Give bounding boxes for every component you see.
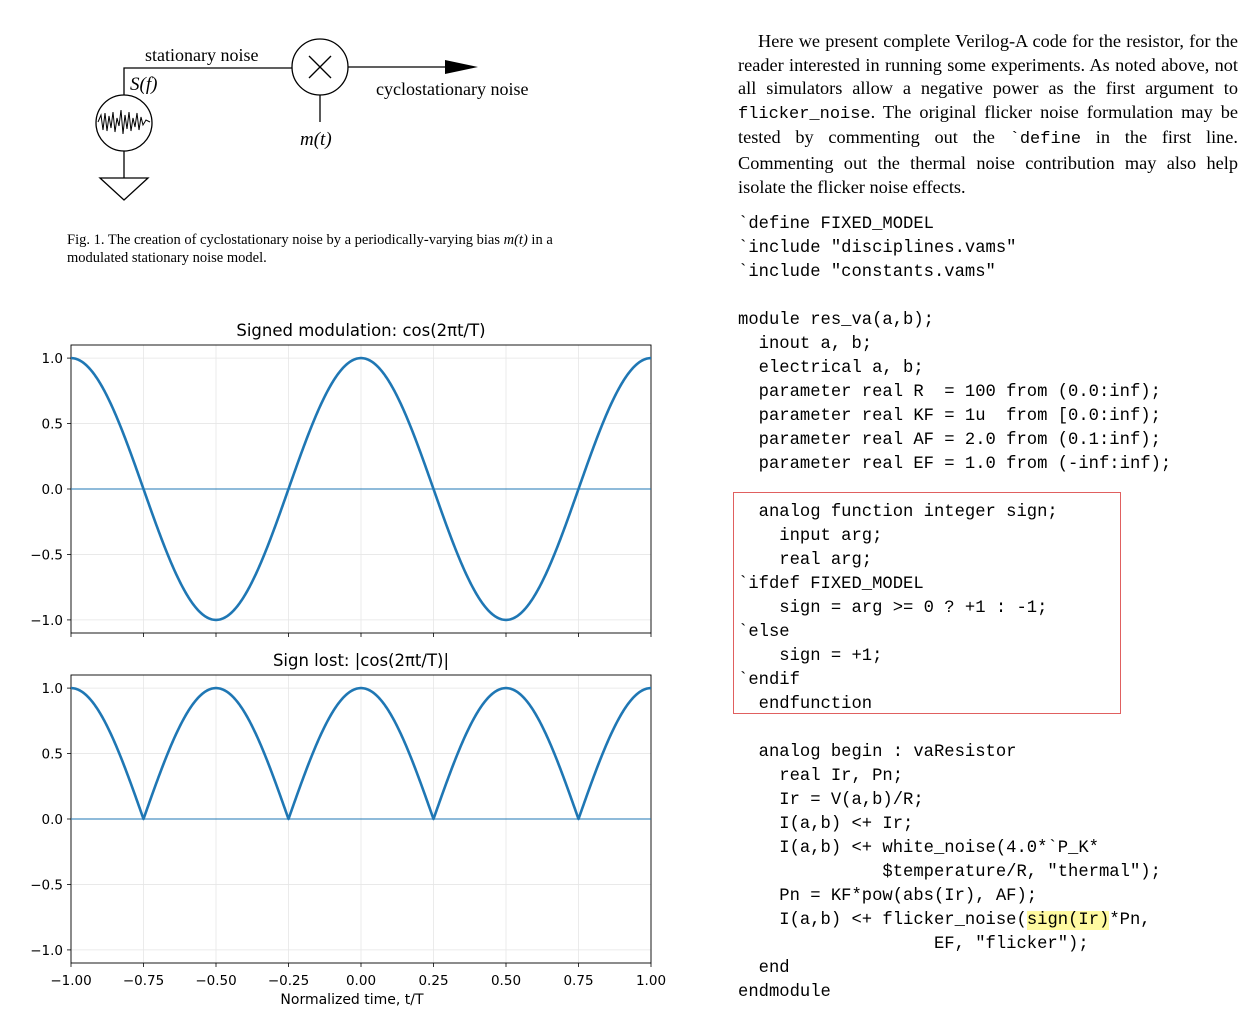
caption-math: m(t): [503, 232, 528, 248]
code-line: EF, "flicker");: [738, 935, 1089, 954]
code-line: module res_va(a,b);: [738, 311, 934, 330]
sign-lost-plot: Sign lost: |cos(2πt/T)| 1.0 0.5 0.0 −0.5 −1.0…: [30, 651, 666, 1008]
y-tick-label: 0.5: [42, 417, 63, 433]
code-line: I(a,b) <+ Ir;: [738, 815, 914, 834]
sign-highlight: sign(Ir): [1026, 911, 1110, 930]
y-tick-label: 0.5: [42, 747, 63, 763]
code-line: parameter real KF = 1u from [0.0:inf);: [738, 407, 1161, 426]
code-line: endmodule: [738, 983, 831, 1002]
code-line: real Ir, Pn;: [738, 767, 904, 786]
para-code-flicker: flicker_noise: [738, 104, 871, 124]
noise-model-diagram: stationary noise S(f) cyclostationary no…: [95, 38, 528, 201]
cyclostationary-noise-label: cyclostationary noise: [376, 79, 528, 99]
y-tick-label: 1.0: [42, 351, 63, 367]
code-line: `include "disciplines.vams": [738, 239, 1017, 258]
chart-title: Signed modulation: cos(2πt/T): [236, 321, 485, 340]
para-code-define: `define: [1009, 130, 1082, 150]
x-tick-label: 0.00: [346, 973, 376, 989]
code-line-part: I(a,b) <+ flicker_noise(: [738, 911, 1027, 930]
x-tick-label: 0.50: [491, 973, 521, 989]
y-tick-label: −0.5: [30, 877, 63, 893]
code-line-part: *Pn,: [1109, 911, 1151, 930]
y-tick-label: 1.0: [42, 681, 63, 697]
chart-title: Sign lost: |cos(2πt/T)|: [273, 651, 449, 670]
y-tick-label: 0.0: [42, 482, 63, 498]
x-tick-label: −0.25: [268, 973, 309, 989]
modulation-plots: Signed modulation: cos(2πt/T) 1.0 0.5 0.0 −0…: [30, 321, 666, 1008]
code-line: parameter real R = 100 from (0.0:inf);: [738, 383, 1161, 402]
caption-prefix: Fig. 1. The creation of cyclostationary …: [67, 232, 500, 248]
ground-symbol: [98, 177, 150, 201]
para-text-a: Here we present complete Verilog-A code …: [738, 31, 1238, 99]
x-axis-label: Normalized time, t/T: [280, 992, 424, 1008]
figure-caption: Fig. 1. The creation of cyclostationary …: [67, 231, 587, 267]
modulation-label: m(t): [300, 129, 332, 150]
sign-function-highlight-box: [733, 492, 1121, 714]
code-line: inout a, b;: [738, 335, 873, 354]
code-line: `define FIXED_MODEL: [738, 215, 934, 234]
x-tick-label: 1.00: [636, 973, 666, 989]
code-line: parameter real EF = 1.0 from (-inf:inf);: [738, 455, 1172, 474]
output-arrowhead: [445, 60, 478, 74]
x-tick-label: 0.75: [563, 973, 593, 989]
y-tick-label: −0.5: [30, 547, 63, 563]
code-line: `include "constants.vams": [738, 263, 996, 282]
noise-waveform: [97, 109, 151, 135]
y-tick-label: 0.0: [42, 812, 63, 828]
x-tick-label: −0.50: [195, 973, 236, 989]
y-tick-label: −1.0: [30, 613, 63, 629]
x-tick-label: −0.75: [123, 973, 164, 989]
stationary-noise-label: stationary noise: [145, 45, 258, 65]
body-paragraph: Here we present complete Verilog-A code …: [738, 30, 1238, 199]
signed-modulation-plot: Signed modulation: cos(2πt/T) 1.0 0.5 0.0 −0…: [30, 321, 652, 637]
code-line-flicker: I(a,b) <+ flicker_noise(sign(Ir)*Pn,: [738, 909, 1151, 933]
code-line: analog begin : vaResistor: [738, 743, 1017, 762]
code-line: electrical a, b;: [738, 359, 924, 378]
code-line: end: [738, 959, 790, 978]
x-tick-label: −1.00: [50, 973, 91, 989]
code-line: Ir = V(a,b)/R;: [738, 791, 924, 810]
code-line: parameter real AF = 2.0 from (0.1:inf);: [738, 431, 1161, 450]
code-line: I(a,b) <+ white_noise(4.0*`P_K*: [738, 839, 1099, 858]
code-line: $temperature/R, "thermal");: [738, 863, 1161, 882]
y-tick-label: −1.0: [30, 943, 63, 959]
x-tick-label: 0.25: [418, 973, 448, 989]
sf-label: S(f): [130, 74, 157, 95]
code-line: Pn = KF*pow(abs(Ir), AF);: [738, 887, 1038, 906]
